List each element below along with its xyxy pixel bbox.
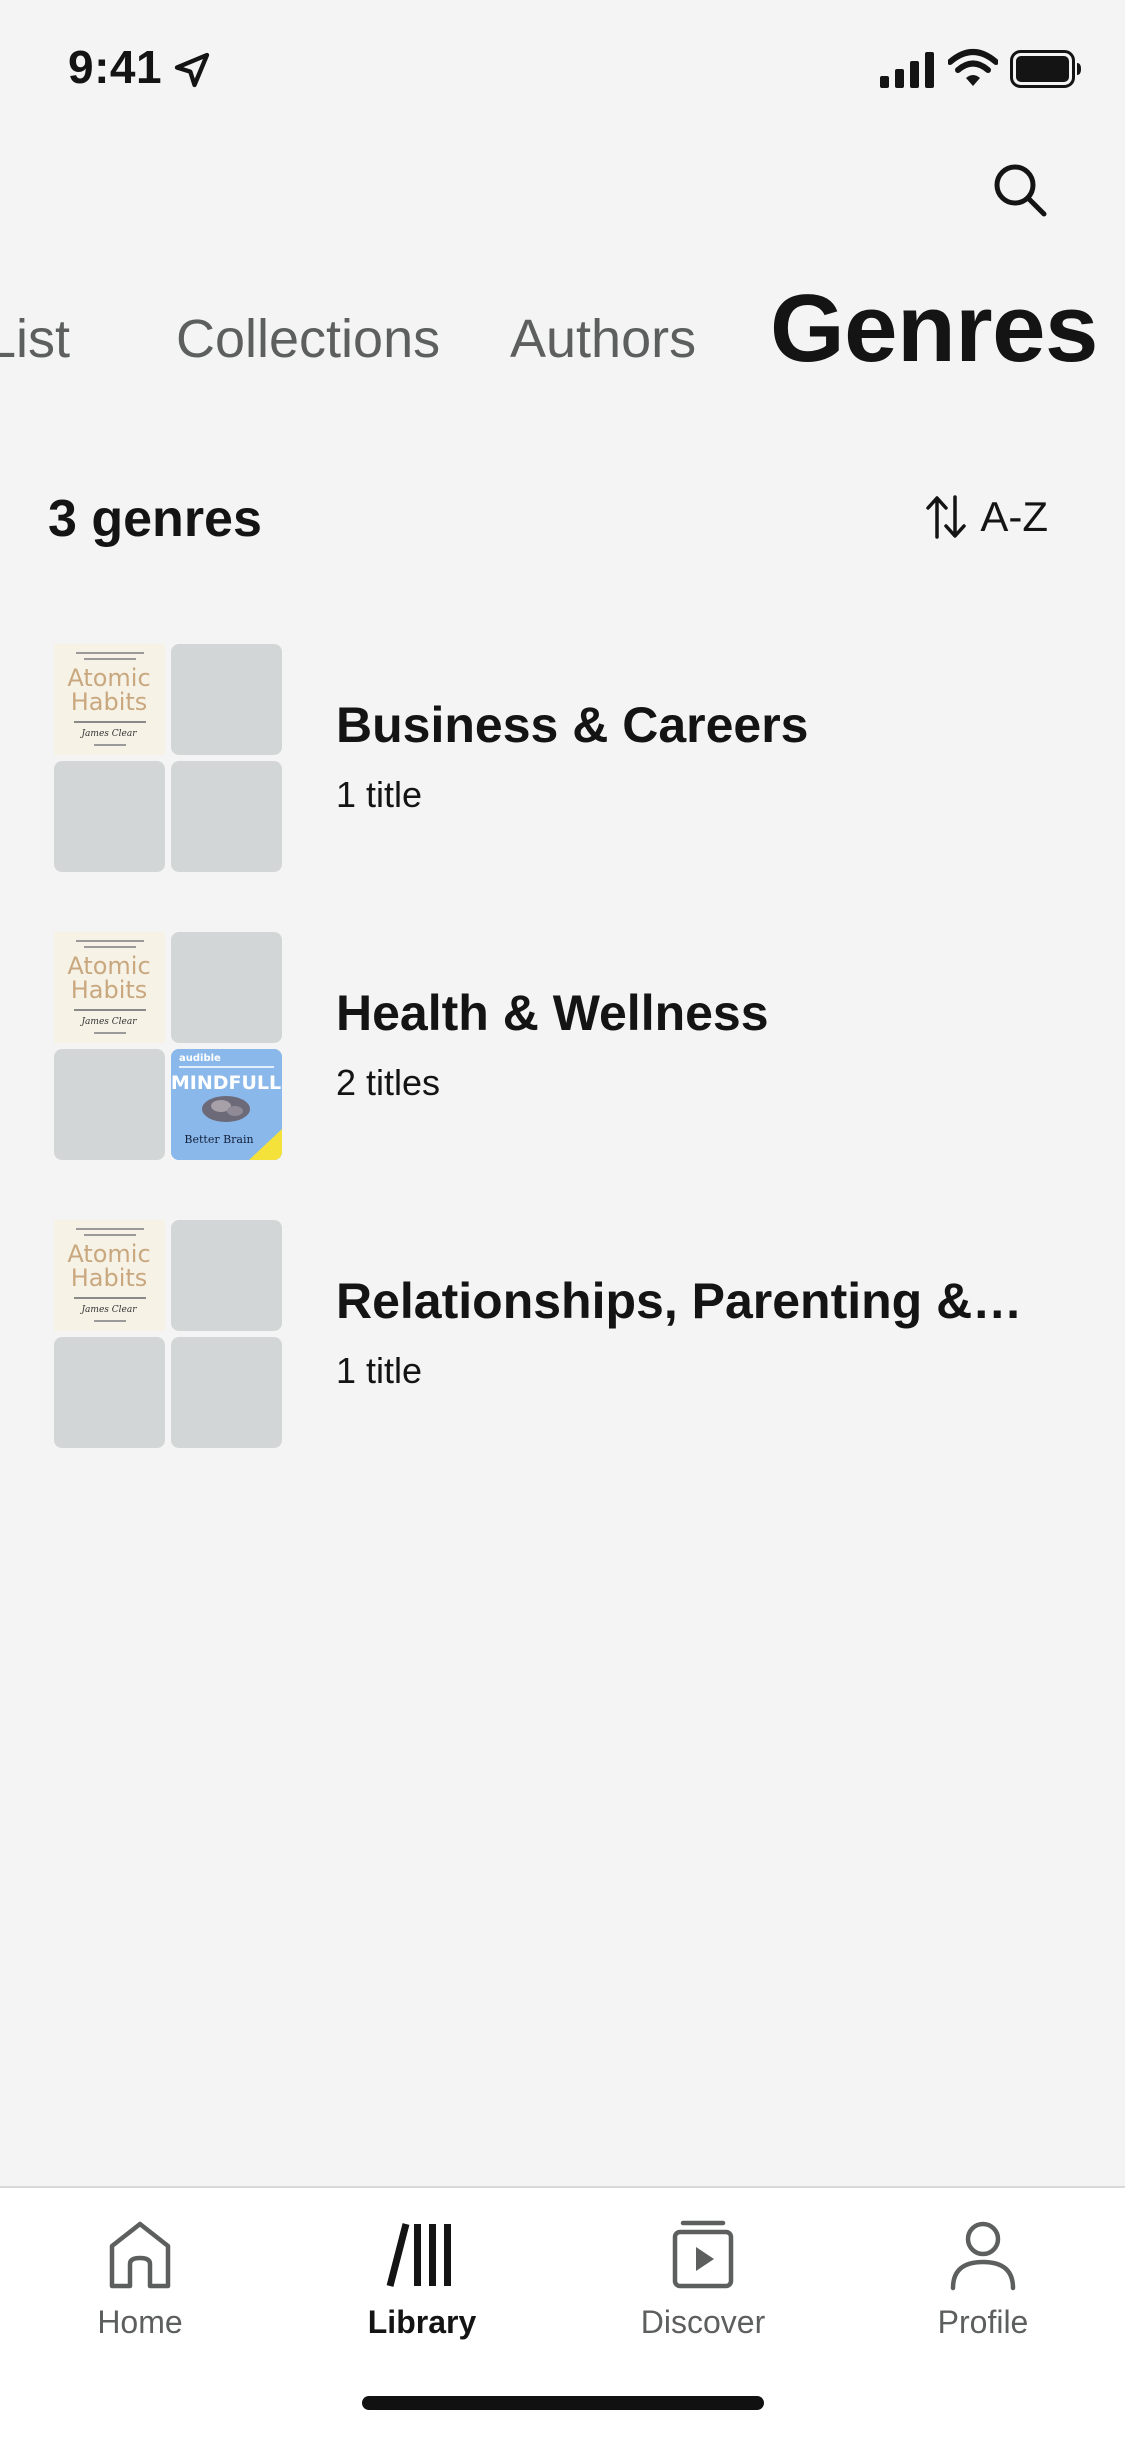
svg-text:Habits: Habits	[71, 1264, 148, 1292]
genre-row-health-wellness[interactable]: Atomic Habits James Clear audible MINDFU…	[0, 928, 1125, 1160]
search-icon[interactable]	[988, 158, 1050, 220]
genre-name: Business & Careers	[336, 697, 809, 753]
svg-text:MINDFULL: MINDFULL	[171, 1072, 281, 1094]
library-icon	[386, 2223, 451, 2287]
status-time: 9:41	[68, 41, 163, 93]
genre-row-relationships-parenting[interactable]: Atomic Habits James Clear Relationships,…	[0, 1216, 1125, 1448]
cover-mindfull: audible MINDFULL Better Brain	[171, 1049, 282, 1160]
cover-placeholder	[171, 761, 282, 872]
cover-placeholder	[171, 932, 282, 1043]
wifi-icon	[948, 49, 998, 86]
sort-button[interactable]: A-Z	[924, 487, 1048, 547]
genre-row-business-careers[interactable]: Atomic Habits James Clear Business & Car…	[0, 640, 1125, 872]
nav-discover[interactable]: Discover	[603, 2214, 803, 2341]
genre-title-count: 1 title	[336, 774, 423, 815]
sort-arrows-icon	[926, 495, 967, 539]
tab-genres[interactable]: Genres	[770, 274, 1098, 384]
cover-mosaic: Atomic Habits James Clear	[54, 1220, 282, 1448]
cover-mosaic: Atomic Habits James Clear audible MINDFU…	[54, 932, 282, 1160]
cover-placeholder	[54, 1049, 165, 1160]
cover-placeholder	[54, 1337, 165, 1448]
nav-home[interactable]: Home	[40, 2214, 240, 2341]
home-icon	[109, 2221, 171, 2289]
genre-title-count: 1 title	[336, 1350, 423, 1391]
svg-text:James Clear: James Clear	[79, 1017, 137, 1027]
cellular-signal-icon	[880, 52, 934, 88]
genre-name: Health & Wellness	[336, 985, 769, 1041]
nav-library-label: Library	[367, 2304, 477, 2340]
library-tabs: List Collections Authors Genres	[0, 260, 1125, 390]
cover-atomic-habits: Atomic Habits James Clear	[54, 1220, 165, 1331]
cover-placeholder	[171, 644, 282, 755]
home-indicator	[362, 2396, 764, 2410]
cover-placeholder	[171, 1337, 282, 1448]
tab-list[interactable]: List	[0, 308, 70, 370]
genre-title-count: 2 titles	[336, 1062, 441, 1103]
nav-profile-label: Profile	[937, 2304, 1029, 2340]
battery-icon	[1010, 50, 1081, 88]
tab-authors[interactable]: Authors	[510, 308, 696, 370]
svg-text:audible: audible	[179, 1053, 221, 1064]
nav-home-label: Home	[97, 2304, 183, 2340]
cover-placeholder	[171, 1220, 282, 1331]
svg-text:James Clear: James Clear	[79, 1305, 137, 1315]
cover-atomic-habits: Atomic Habits James Clear	[54, 644, 165, 755]
nav-profile[interactable]: Profile	[883, 2214, 1083, 2341]
nav-discover-label: Discover	[640, 2304, 766, 2340]
genre-count: 3 genres	[48, 490, 262, 548]
cover-atomic-habits: Atomic Habits James Clear	[54, 932, 165, 1043]
profile-icon	[950, 2221, 1016, 2291]
svg-text:Habits: Habits	[71, 976, 148, 1004]
location-arrow-icon	[174, 52, 210, 88]
cover-placeholder	[54, 761, 165, 872]
svg-text:Habits: Habits	[71, 688, 148, 716]
nav-library[interactable]: Library	[322, 2214, 522, 2341]
genre-name: Relationships, Parenting &…	[336, 1273, 1023, 1329]
status-bar: 9:41	[0, 0, 1125, 140]
svg-text:Better Brain: Better Brain	[184, 1133, 253, 1146]
discover-icon	[672, 2220, 734, 2289]
svg-text:James Clear: James Clear	[79, 729, 137, 739]
cover-mosaic: Atomic Habits James Clear	[54, 644, 282, 872]
tab-collections[interactable]: Collections	[176, 308, 440, 370]
genre-summary-row: 3 genres A-Z	[48, 485, 1078, 555]
sort-label: A-Z	[980, 493, 1048, 540]
